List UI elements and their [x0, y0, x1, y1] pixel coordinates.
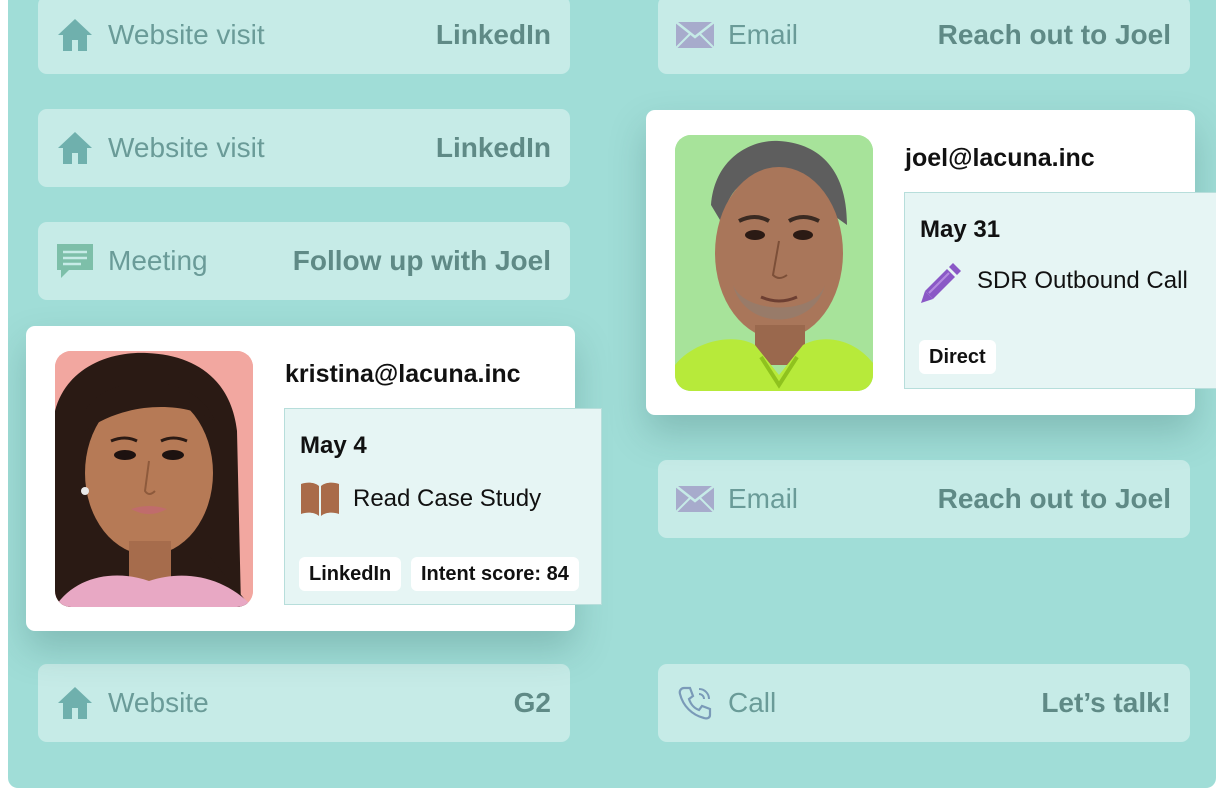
activity-row-email[interactable]: Email Reach out to Joel: [658, 0, 1190, 74]
activity-date: May 31: [920, 216, 1001, 243]
activity-title: SDR Outbound Call: [977, 267, 1188, 294]
activity-row-email[interactable]: Email Reach out to Joel: [658, 460, 1190, 538]
activity-detail: Reach out to Joel: [937, 483, 1171, 514]
activity-title: Read Case Study: [353, 485, 542, 512]
activity-detail: Let’s talk!: [1041, 687, 1171, 718]
activity-type: Email: [728, 483, 799, 514]
contact-card-joel[interactable]: joel@lacuna.inc May 31 SDR Outbound Call…: [646, 110, 1216, 415]
activity-type: Website: [108, 687, 209, 718]
email-icon: [674, 14, 716, 56]
activity-detail: Reach out to Joel: [937, 19, 1171, 50]
activity-type: Call: [728, 687, 777, 718]
phone-icon: [674, 682, 716, 724]
activity-detail: LinkedIn: [435, 19, 551, 50]
contact-card-kristina[interactable]: kristina@lacuna.inc May 4 Read Case Stud…: [26, 326, 602, 631]
activity-row-website[interactable]: Website G2: [38, 664, 570, 742]
tag-source: Direct: [919, 340, 996, 374]
activity-date: May 4: [300, 432, 367, 459]
contact-email: joel@lacuna.inc: [905, 144, 1095, 172]
activity-type: Website visit: [108, 132, 265, 163]
tag-intent-score: Intent score: 84: [411, 557, 579, 591]
activity-detail-card: May 31 SDR Outbound Call Direct: [904, 192, 1216, 389]
activity-type: Email: [728, 19, 799, 50]
activity-row-website-visit[interactable]: Website visit LinkedIn: [38, 0, 570, 74]
avatar-kristina: [55, 351, 253, 607]
house-icon: [54, 682, 96, 724]
book-icon: [299, 480, 341, 523]
activity-row-call[interactable]: Call Let’s talk!: [658, 664, 1190, 742]
speech-bubble-icon: [54, 240, 96, 282]
tag-source: LinkedIn: [299, 557, 402, 591]
activity-feed-panel: Website visit LinkedIn Email Reach out t…: [8, 0, 1216, 788]
pencil-icon: [919, 261, 963, 310]
activity-detail: LinkedIn: [435, 132, 551, 163]
activity-row-website-visit[interactable]: Website visit LinkedIn: [38, 109, 570, 187]
activity-type: Website visit: [108, 19, 265, 50]
email-icon: [674, 478, 716, 520]
activity-detail-card: May 4 Read Case Study LinkedIn Intent sc…: [284, 408, 602, 605]
house-icon: [54, 127, 96, 169]
contact-email: kristina@lacuna.inc: [285, 360, 521, 388]
activity-detail: G2: [513, 687, 551, 718]
activity-detail: Follow up with Joel: [292, 245, 551, 276]
house-icon: [54, 14, 96, 56]
avatar-joel: [675, 135, 873, 391]
activity-type: Meeting: [108, 245, 208, 276]
activity-row-meeting[interactable]: Meeting Follow up with Joel: [38, 222, 570, 300]
